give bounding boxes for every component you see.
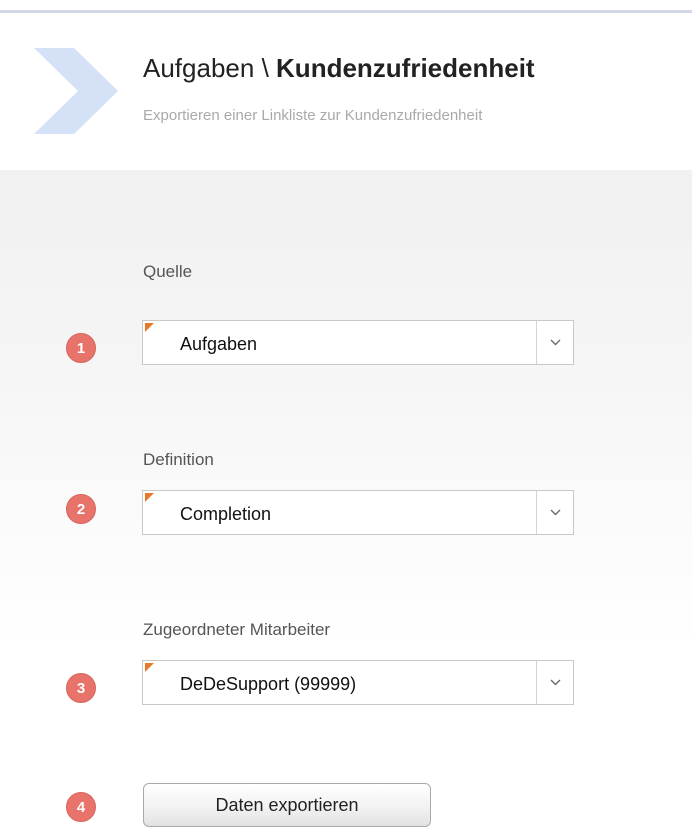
source-select[interactable]: Aufgaben <box>142 320 574 365</box>
chevron-down-icon <box>550 339 560 346</box>
source-label: Quelle <box>143 262 193 281</box>
required-marker <box>145 663 154 672</box>
export-data-button[interactable]: Daten exportieren <box>143 783 431 827</box>
chevron-down-icon <box>550 679 560 686</box>
step-badge-1: 1 <box>66 333 96 363</box>
chevron-right-icon <box>34 48 118 134</box>
header-divider <box>0 10 692 13</box>
employee-select-value: DeDeSupport (99999) <box>180 674 357 694</box>
definition-label: Definition <box>143 450 214 469</box>
step-badge-4: 4 <box>66 792 96 822</box>
definition-dropdown-button[interactable] <box>536 491 573 534</box>
step-badge-3: 3 <box>66 673 96 703</box>
breadcrumb-current: Kundenzufriedenheit <box>276 53 535 83</box>
definition-select-value: Completion <box>180 504 272 524</box>
required-marker <box>145 493 154 502</box>
chevron-down-icon <box>550 509 560 516</box>
source-select-value: Aufgaben <box>180 334 258 354</box>
page-title: Aufgaben \ Kundenzufriedenheit <box>143 53 535 84</box>
source-dropdown-button[interactable] <box>536 321 573 364</box>
breadcrumb-parent: Aufgaben <box>143 53 255 83</box>
page-subtitle: Exportieren einer Linkliste zur Kundenzu… <box>143 107 483 124</box>
employee-dropdown-button[interactable] <box>536 661 573 704</box>
required-marker <box>145 323 154 332</box>
step-badge-2: 2 <box>66 494 96 524</box>
employee-label: Zugeordneter Mitarbeiter <box>143 620 331 639</box>
employee-select[interactable]: DeDeSupport (99999) <box>142 660 574 705</box>
definition-select[interactable]: Completion <box>142 490 574 535</box>
breadcrumb-separator: \ <box>261 53 269 83</box>
